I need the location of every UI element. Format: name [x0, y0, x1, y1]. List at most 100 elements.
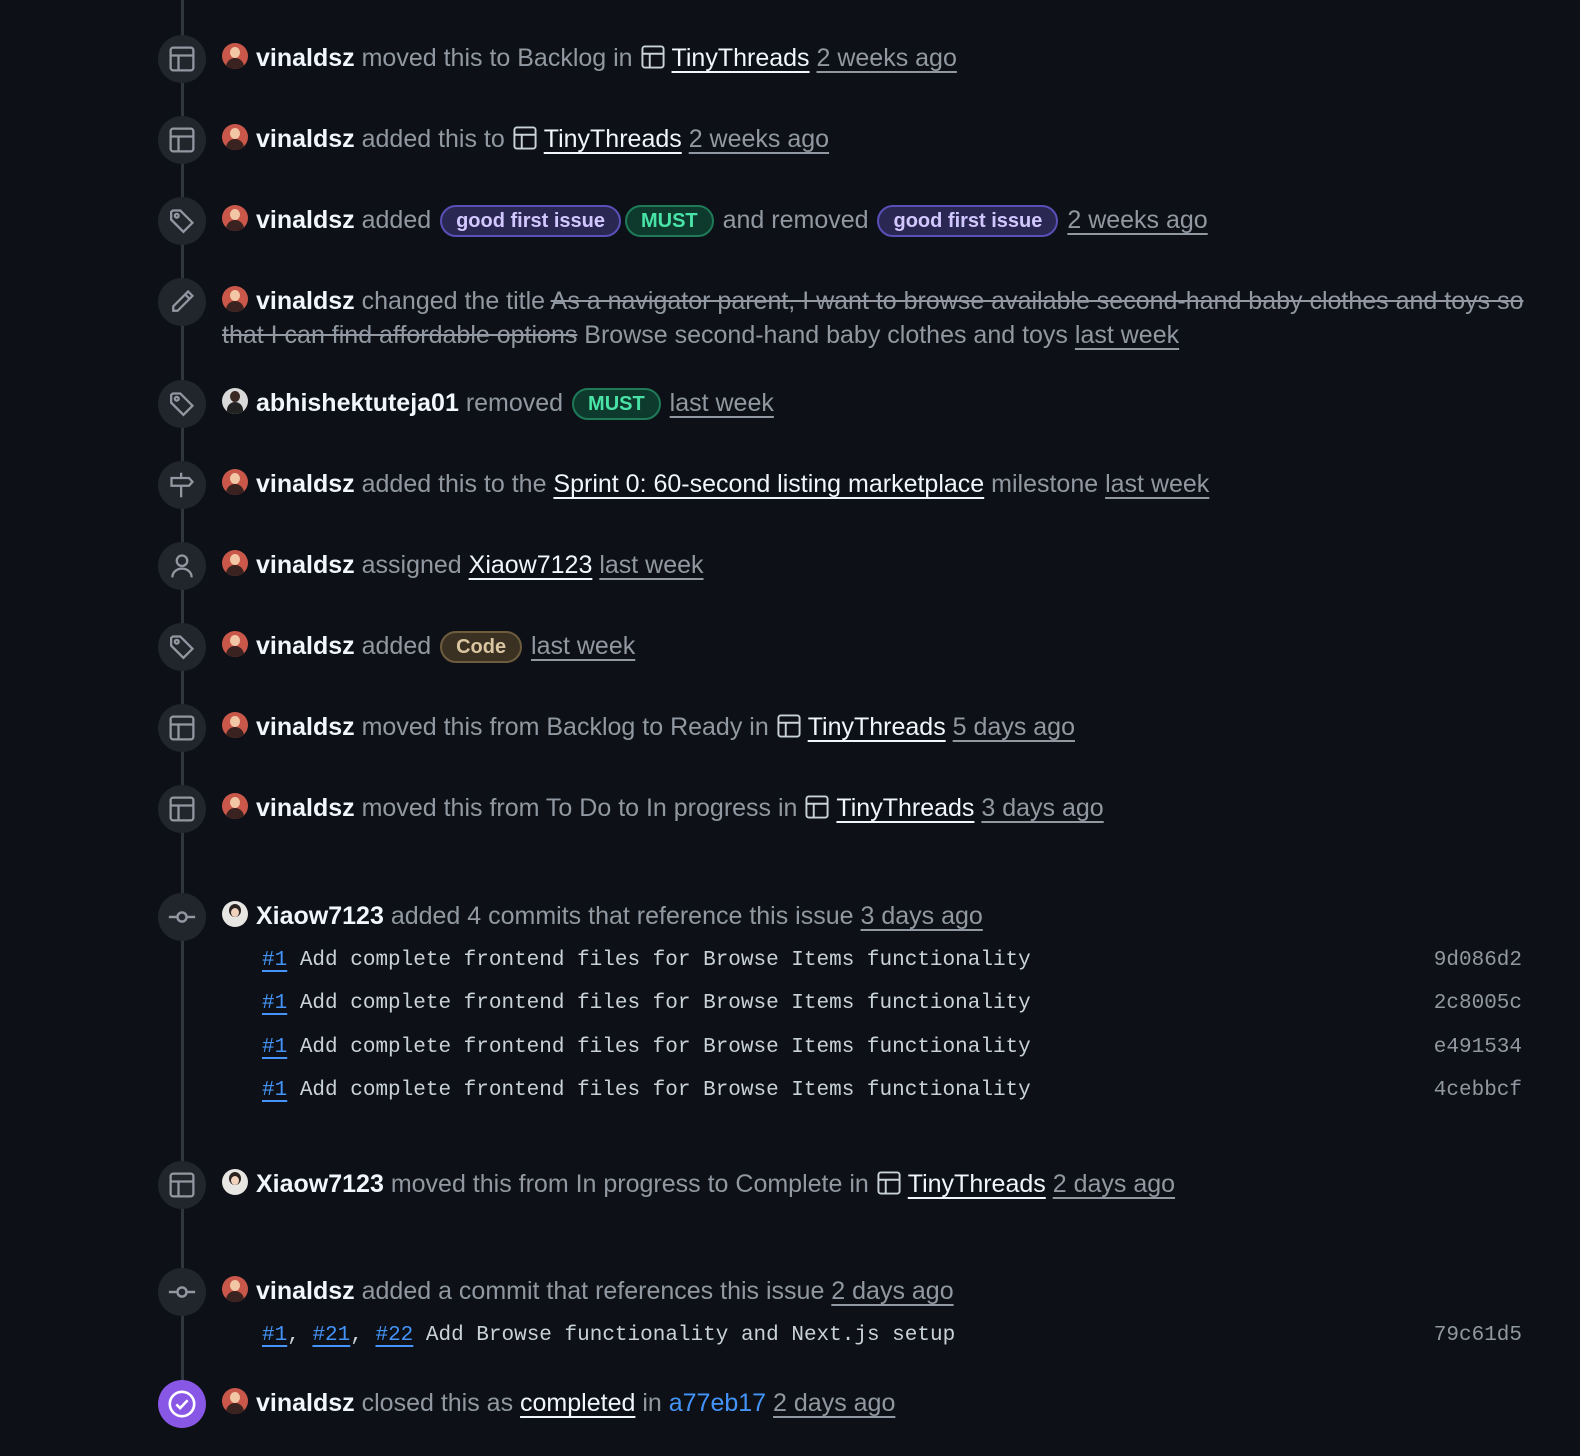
commit-message-link[interactable]: Add complete frontend files for Browse I… [300, 949, 1031, 972]
user-link[interactable]: vinaldsz [256, 44, 355, 72]
relative-time-link[interactable]: last week [1075, 321, 1179, 349]
avatar[interactable] [222, 631, 248, 657]
project-table-icon [158, 704, 206, 752]
commit-row: #1, #21, #22 Add Browse functionality an… [262, 1321, 1522, 1351]
event-link[interactable]: Xiaow7123 [469, 551, 593, 579]
event-description: vinaldsz moved this from To Do to In pro… [222, 791, 1540, 829]
event-description: vinaldsz added this to the Sprint 0: 60-… [222, 467, 1540, 501]
project-link[interactable]: TinyThreads [836, 794, 974, 822]
relative-time-link[interactable]: 2 days ago [831, 1277, 953, 1305]
tag-icon [158, 380, 206, 428]
project-link[interactable]: TinyThreads [808, 713, 946, 741]
commit-sha[interactable]: 79c61d5 [1434, 1321, 1522, 1351]
project-table-icon [876, 1170, 902, 1205]
avatar[interactable] [222, 793, 248, 819]
commit-sha[interactable]: e491534 [1434, 1033, 1522, 1063]
relative-time-link[interactable]: last week [599, 551, 703, 579]
user-link[interactable]: abhishektuteja01 [256, 389, 459, 417]
event-text [524, 632, 531, 660]
event-text: moved this from In progress to Complete … [390, 1170, 876, 1198]
event-text [810, 44, 817, 72]
relative-time-link[interactable]: 2 weeks ago [1067, 206, 1207, 234]
relative-time-link[interactable]: 2 days ago [1053, 1170, 1175, 1198]
user-link[interactable]: Xiaow7123 [256, 902, 384, 930]
avatar[interactable] [222, 1169, 248, 1195]
issue-label[interactable]: good first issue [877, 205, 1059, 237]
relative-time-link[interactable]: 5 days ago [953, 713, 1075, 741]
relative-time-link[interactable]: 2 weeks ago [689, 125, 829, 153]
issue-label[interactable]: Code [440, 631, 523, 663]
issue-label[interactable]: good first issue [440, 205, 621, 237]
avatar[interactable] [222, 286, 248, 312]
issue-ref-link[interactable]: #1 [262, 992, 287, 1015]
user-link[interactable]: Xiaow7123 [256, 1170, 384, 1198]
project-table-icon [158, 785, 206, 833]
issue-ref-link[interactable]: #21 [312, 1324, 350, 1347]
user-link[interactable]: vinaldsz [256, 287, 355, 315]
relative-time-link[interactable]: 3 days ago [981, 794, 1103, 822]
project-link[interactable]: TinyThreads [544, 125, 682, 153]
event-description: vinaldsz added a commit that references … [222, 1274, 1540, 1308]
project-link[interactable]: TinyThreads [672, 44, 810, 72]
event-description: Xiaow7123 added 4 commits that reference… [222, 899, 1540, 933]
user-link[interactable]: vinaldsz [256, 713, 355, 741]
event-text: added [361, 206, 439, 234]
issue-label[interactable]: MUST [572, 388, 661, 420]
avatar[interactable] [222, 712, 248, 738]
issue-label[interactable]: MUST [624, 205, 714, 237]
event-description: vinaldsz changed the title As a navigato… [222, 284, 1540, 352]
event-description: vinaldsz closed this as completed in a77… [222, 1386, 1540, 1420]
relative-time-link[interactable]: last week [1105, 470, 1209, 498]
issue-ref-link[interactable]: #1 [262, 949, 287, 972]
commit-message-link[interactable]: Add complete frontend files for Browse I… [300, 992, 1031, 1015]
user-link[interactable]: vinaldsz [256, 1277, 355, 1305]
relative-time-link[interactable]: last week [531, 632, 635, 660]
avatar[interactable] [222, 901, 248, 927]
avatar[interactable] [222, 205, 248, 231]
avatar[interactable] [222, 388, 248, 414]
commit-sha-link[interactable]: a77eb17 [669, 1389, 766, 1417]
issue-ref-link[interactable]: #1 [262, 1036, 287, 1059]
pencil-icon [158, 278, 206, 326]
issue-ref-link[interactable]: #1 [262, 1324, 287, 1347]
user-link[interactable]: vinaldsz [256, 206, 355, 234]
project-table-icon [158, 116, 206, 164]
commit-sha[interactable]: 9d086d2 [1434, 946, 1522, 976]
issue-ref-link[interactable]: #22 [375, 1324, 413, 1347]
event-description: abhishektuteja01 removed MUST last week [222, 386, 1540, 420]
git-commit-icon [158, 1268, 206, 1316]
event-text: milestone [984, 470, 1106, 498]
event-link[interactable]: Sprint 0: 60-second listing marketplace [553, 470, 984, 498]
relative-time-link[interactable]: 2 days ago [773, 1389, 895, 1417]
issue-ref-link[interactable]: #1 [262, 1079, 287, 1102]
project-link[interactable]: TinyThreads [908, 1170, 1046, 1198]
relative-time-link[interactable]: last week [670, 389, 774, 417]
commit-message-link[interactable]: Add complete frontend files for Browse I… [300, 1036, 1031, 1059]
relative-time-link[interactable]: 3 days ago [861, 902, 983, 930]
event-text [682, 125, 689, 153]
commit-message-link[interactable]: Add Browse functionality and Next.js set… [426, 1324, 955, 1347]
event-text: moved this from Backlog to Ready in [361, 713, 776, 741]
avatar[interactable] [222, 124, 248, 150]
user-link[interactable]: vinaldsz [256, 794, 355, 822]
avatar[interactable] [222, 1388, 248, 1414]
commit-row: #1 Add complete frontend files for Brows… [262, 989, 1522, 1019]
commit-message-link[interactable]: Add complete frontend files for Browse I… [300, 1079, 1031, 1102]
user-link[interactable]: vinaldsz [256, 125, 355, 153]
avatar[interactable] [222, 1276, 248, 1302]
user-link[interactable]: vinaldsz [256, 1389, 355, 1417]
event-text: moved this to Backlog in [361, 44, 640, 72]
commit-sha[interactable]: 2c8005c [1434, 989, 1522, 1019]
avatar[interactable] [222, 469, 248, 495]
event-link[interactable]: completed [520, 1389, 635, 1417]
user-link[interactable]: vinaldsz [256, 551, 355, 579]
person-icon [158, 542, 206, 590]
event-text: Browse second-hand baby clothes and toys [577, 321, 1075, 349]
user-link[interactable]: vinaldsz [256, 632, 355, 660]
avatar[interactable] [222, 550, 248, 576]
user-link[interactable]: vinaldsz [256, 470, 355, 498]
commit-row: #1 Add complete frontend files for Brows… [262, 1033, 1522, 1063]
commit-sha[interactable]: 4cebbcf [1434, 1076, 1522, 1106]
relative-time-link[interactable]: 2 weeks ago [817, 44, 957, 72]
avatar[interactable] [222, 43, 248, 69]
